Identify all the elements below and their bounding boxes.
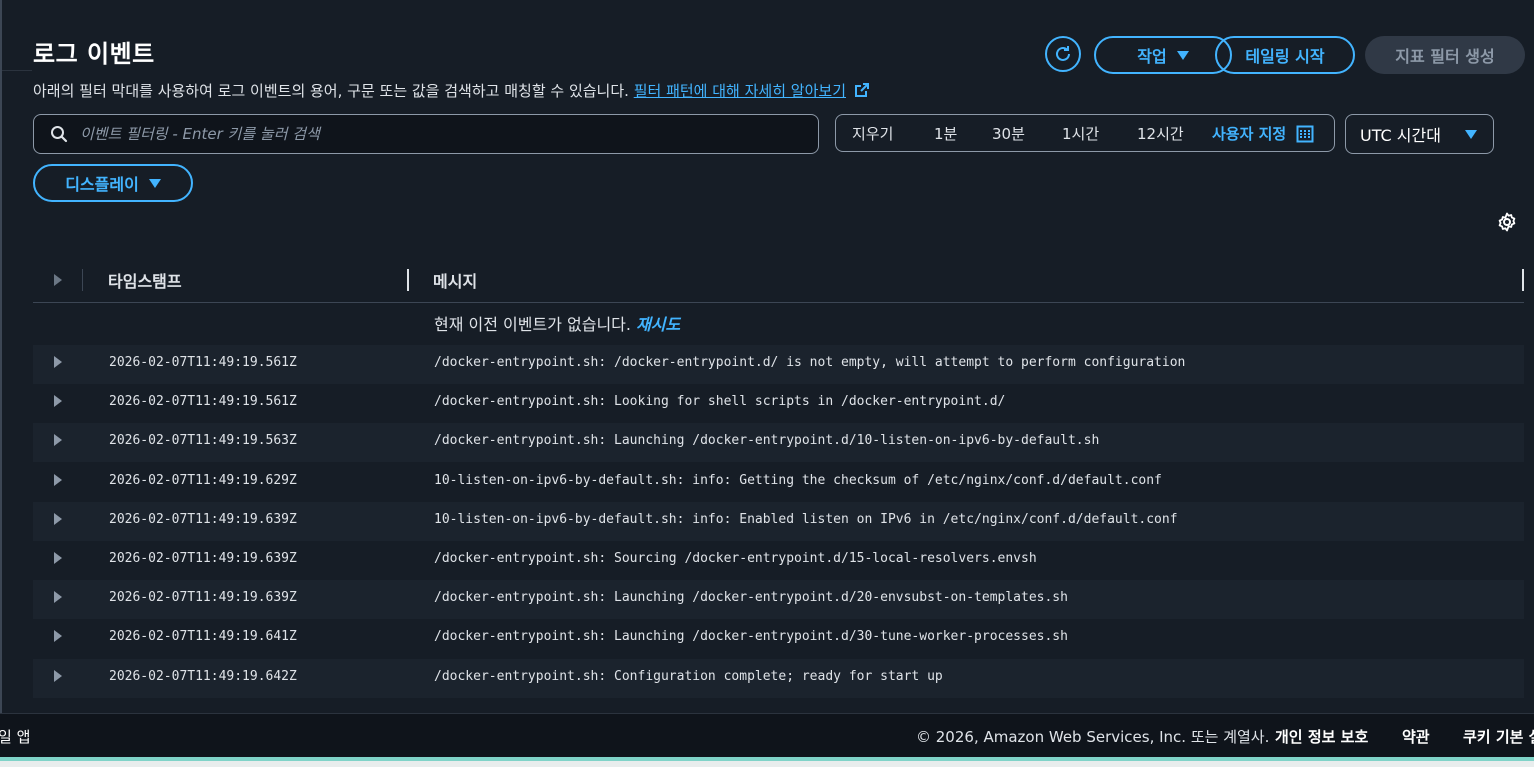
- left-edge-divider: [0, 0, 2, 713]
- footer-privacy-link[interactable]: 개인 정보 보호: [1275, 726, 1368, 747]
- row-timestamp: 2026-02-07T11:49:19.639Z: [109, 551, 297, 566]
- refresh-icon: [1056, 46, 1070, 61]
- time-range-selector: 지우기 1분 30분 1시간 12시간 사용자 지정: [835, 114, 1335, 152]
- expand-row-icon[interactable]: [53, 628, 63, 647]
- table-row[interactable]: 2026-02-07T11:49:19.561Z/docker-entrypoi…: [33, 384, 1524, 423]
- row-message: /docker-entrypoint.sh: Launching /docker…: [434, 433, 1100, 448]
- column-resize-handle[interactable]: [1522, 269, 1524, 291]
- table-row[interactable]: 2026-02-07T11:49:19.639Z/docker-entrypoi…: [33, 580, 1524, 619]
- row-timestamp: 2026-02-07T11:49:19.641Z: [109, 629, 297, 644]
- row-timestamp: 2026-02-07T11:49:19.629Z: [109, 473, 297, 488]
- row-message: 10-listen-on-ipv6-by-default.sh: info: G…: [434, 473, 1162, 488]
- bottom-bar: [0, 757, 1534, 767]
- table-header: 타임스탬프 메시지: [33, 260, 1524, 303]
- divider: [2, 70, 32, 71]
- page-description: 아래의 필터 막대를 사용하여 로그 이벤트의 용어, 구문 또는 값을 검색하…: [33, 80, 870, 102]
- external-link-icon: [854, 82, 870, 102]
- row-message: 10-listen-on-ipv6-by-default.sh: info: E…: [434, 512, 1178, 527]
- row-message: /docker-entrypoint.sh: Configuration com…: [434, 669, 943, 684]
- no-previous-text: 현재 이전 이벤트가 없습니다.: [434, 315, 631, 334]
- start-tailing-button[interactable]: 테일링 시작: [1215, 36, 1355, 74]
- expand-row-icon[interactable]: [53, 550, 63, 569]
- timezone-select[interactable]: UTC 시간대: [1345, 114, 1494, 154]
- timezone-value: UTC 시간대: [1360, 126, 1441, 145]
- range-custom-label: 사용자 지정: [1212, 125, 1287, 143]
- footer-terms-link[interactable]: 약관: [1402, 726, 1430, 747]
- metric-filter-label: 지표 필터 생성: [1395, 47, 1495, 66]
- expand-row-icon[interactable]: [53, 511, 63, 530]
- range-custom-button[interactable]: 사용자 지정: [1212, 123, 1314, 144]
- display-label: 디스플레이: [65, 175, 139, 194]
- column-header-message: 메시지: [433, 272, 478, 291]
- row-message: /docker-entrypoint.sh: /docker-entrypoin…: [434, 355, 1186, 370]
- row-timestamp: 2026-02-07T11:49:19.561Z: [109, 394, 297, 409]
- bottom-accent-strip: [0, 757, 1534, 761]
- caret-down-icon: [1176, 50, 1189, 60]
- row-timestamp: 2026-02-07T11:49:19.563Z: [109, 433, 297, 448]
- table-row[interactable]: 2026-02-07T11:49:19.561Z/docker-entrypoi…: [33, 345, 1524, 384]
- row-message: /docker-entrypoint.sh: Sourcing /docker-…: [434, 551, 1037, 566]
- description-text: 아래의 필터 막대를 사용하여 로그 이벤트의 용어, 구문 또는 값을 검색하…: [33, 82, 629, 100]
- gear-icon[interactable]: [1496, 211, 1518, 237]
- expand-all-icon[interactable]: [53, 272, 63, 291]
- expand-row-icon[interactable]: [53, 472, 63, 491]
- calendar-icon: [1296, 125, 1314, 142]
- range-option-1h[interactable]: 1시간: [1062, 123, 1099, 144]
- retry-link[interactable]: 재시도: [636, 315, 680, 334]
- row-message: /docker-entrypoint.sh: Launching /docker…: [434, 629, 1068, 644]
- table-row[interactable]: 2026-02-07T11:49:19.639Z 10-listen-on-ipv…: [33, 502, 1524, 541]
- column-separator: [82, 269, 83, 291]
- footer-copyright: © 2026, Amazon Web Services, Inc. 또는 계열사…: [916, 728, 1270, 746]
- range-option-1m[interactable]: 1분: [934, 123, 957, 144]
- search-icon: [51, 126, 68, 143]
- refresh-button[interactable]: [1045, 36, 1081, 72]
- display-dropdown-button[interactable]: 디스플레이: [33, 164, 193, 202]
- expand-row-icon[interactable]: [53, 432, 63, 451]
- filter-events-field[interactable]: [33, 114, 819, 154]
- footer-cookies-link[interactable]: 쿠키 기본 설: [1463, 726, 1534, 747]
- footer-app-link[interactable]: 일 앱: [0, 726, 30, 747]
- filter-input[interactable]: [78, 124, 802, 144]
- expand-row-icon[interactable]: [53, 668, 63, 687]
- table-row[interactable]: 2026-02-07T11:49:19.563Z/docker-entrypoi…: [33, 423, 1524, 462]
- row-timestamp: 2026-02-07T11:49:19.561Z: [109, 355, 297, 370]
- table-row[interactable]: 2026-02-07T11:49:19.642Z/docker-entrypoi…: [33, 659, 1524, 698]
- expand-row-icon[interactable]: [53, 589, 63, 608]
- expand-row-icon[interactable]: [53, 393, 63, 412]
- clear-range-button[interactable]: 지우기: [852, 123, 893, 144]
- table-row[interactable]: 2026-02-07T11:49:19.629Z 10-listen-on-ipv…: [33, 463, 1524, 502]
- page-title: 로그 이벤트: [33, 40, 155, 68]
- caret-down-icon: [1465, 129, 1477, 139]
- row-message: /docker-entrypoint.sh: Looking for shell…: [434, 394, 1006, 409]
- caret-down-icon: [148, 178, 161, 188]
- log-events-page: 로그 이벤트 아래의 필터 막대를 사용하여 로그 이벤트의 용어, 구문 또는…: [0, 0, 1534, 767]
- actions-dropdown-button[interactable]: 작업: [1094, 36, 1232, 74]
- column-header-timestamp: 타임스탬프: [108, 272, 182, 291]
- table-row[interactable]: 2026-02-07T11:49:19.641Z/docker-entrypoi…: [33, 619, 1524, 658]
- row-message: /docker-entrypoint.sh: Launching /docker…: [434, 590, 1068, 605]
- learn-more-link[interactable]: 필터 패턴에 대해 자세히 알아보기: [634, 82, 846, 100]
- row-timestamp: 2026-02-07T11:49:19.639Z: [109, 512, 297, 527]
- footer: 일 앱 © 2026, Amazon Web Services, Inc. 또는…: [0, 713, 1534, 758]
- column-resize-handle[interactable]: [407, 269, 409, 291]
- no-previous-events: 현재 이전 이벤트가 없습니다. 재시도: [434, 311, 680, 335]
- row-timestamp: 2026-02-07T11:49:19.639Z: [109, 590, 297, 605]
- expand-row-icon[interactable]: [53, 354, 63, 373]
- range-option-30m[interactable]: 30분: [992, 123, 1025, 144]
- range-option-12h[interactable]: 12시간: [1137, 123, 1184, 144]
- create-metric-filter-button[interactable]: 지표 필터 생성: [1365, 36, 1525, 74]
- actions-label: 작업: [1137, 47, 1167, 66]
- tailing-label: 테일링 시작: [1245, 47, 1325, 66]
- table-row[interactable]: 2026-02-07T11:49:19.639Z/docker-entrypoi…: [33, 541, 1524, 580]
- row-timestamp: 2026-02-07T11:49:19.642Z: [109, 669, 297, 684]
